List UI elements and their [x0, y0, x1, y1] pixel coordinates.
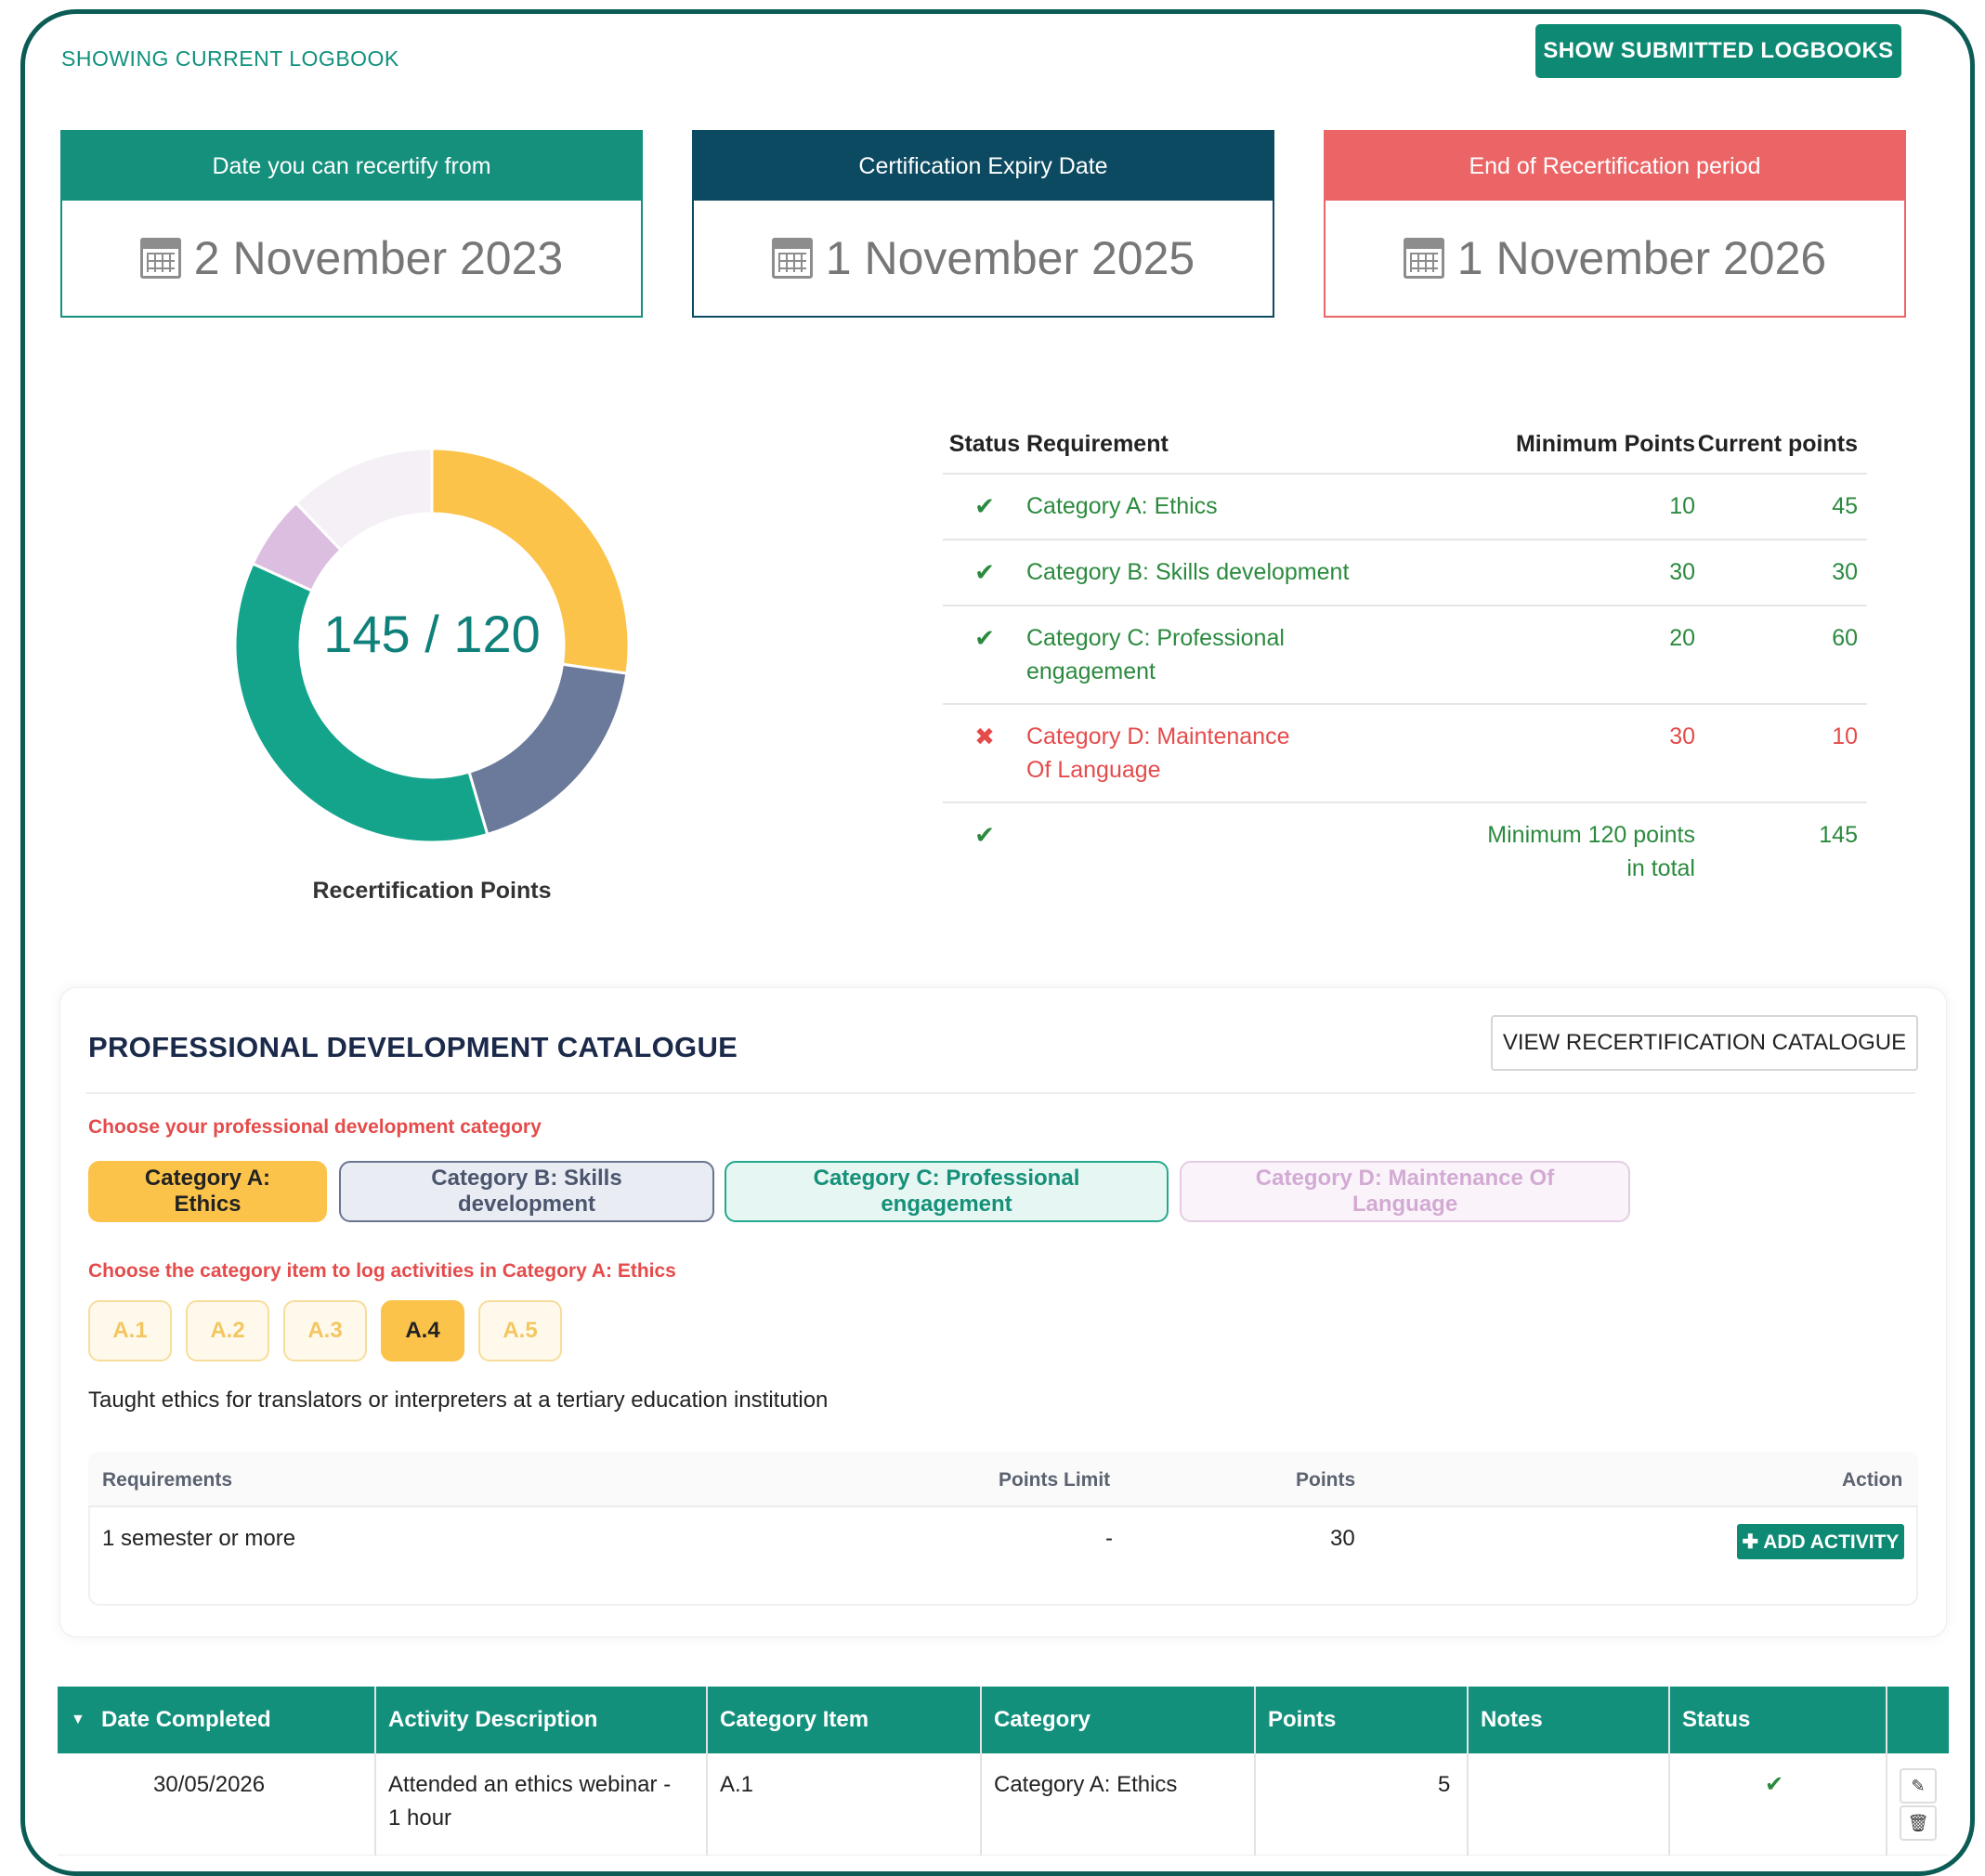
- total-min-line2: in total: [1626, 855, 1695, 881]
- points-limit-cell: -: [1105, 1526, 1113, 1551]
- points-cell: 5: [1438, 1772, 1451, 1797]
- points-header[interactable]: Points: [1268, 1707, 1336, 1733]
- end-of-period-card: End of Recertification period 1 November…: [1324, 130, 1906, 318]
- requirement-row: ✔ Category A: Ethics 10 45: [943, 473, 1867, 540]
- requirements-column-header: Requirements: [102, 1469, 233, 1491]
- requirement-name: Category A: Ethics: [1026, 473, 1426, 540]
- donut-segment: [467, 662, 629, 837]
- total-min-line1: Minimum 120 points: [1487, 822, 1695, 848]
- choose-item-label: Choose the category item to log activiti…: [88, 1260, 676, 1282]
- add-activity-button[interactable]: ✚ ADD ACTIVITY: [1737, 1524, 1904, 1559]
- requirement-cell: 1 semester or more: [102, 1526, 296, 1551]
- total-row: ✔ Minimum 120 points in total 145: [943, 801, 1867, 900]
- item-a1-button[interactable]: A.1: [88, 1300, 172, 1361]
- category-header[interactable]: Category: [994, 1707, 1090, 1733]
- category-d-button[interactable]: Category D: Maintenance Of Language: [1180, 1161, 1630, 1222]
- category-b-button[interactable]: Category B: Skills development: [339, 1161, 714, 1222]
- date-completed-header[interactable]: Date Completed: [101, 1707, 271, 1733]
- trash-icon[interactable]: 🗑: [1900, 1805, 1937, 1841]
- catalogue-title: PROFESSIONAL DEVELOPMENT CATALOGUE: [88, 1031, 738, 1063]
- check-icon: ✔: [974, 624, 995, 652]
- category-cell: Category A: Ethics: [994, 1772, 1178, 1797]
- item-description: Taught ethics for translators or interpr…: [88, 1387, 829, 1413]
- min-points: 30: [1426, 539, 1695, 606]
- requirement-name: Category C: Professional engagement: [1026, 605, 1426, 704]
- category-item-cell: A.1: [720, 1772, 754, 1797]
- item-a2-button[interactable]: A.2: [186, 1300, 269, 1361]
- cross-icon: ✖: [974, 723, 995, 750]
- plus-icon: ✚: [1742, 1531, 1759, 1553]
- min-points: 10: [1426, 473, 1695, 540]
- expiry-date-card: Certification Expiry Date 1 November 202…: [692, 130, 1274, 318]
- action-column-header: Action: [1842, 1469, 1903, 1491]
- activity-description-cell: Attended an ethics webinar - 1 hour: [388, 1768, 671, 1835]
- category-a-button[interactable]: Category A: Ethics: [88, 1161, 327, 1222]
- status-header[interactable]: Status: [1682, 1707, 1750, 1733]
- status-header: Status: [948, 431, 1021, 457]
- edit-icon[interactable]: ✎: [1900, 1768, 1937, 1804]
- total-current-points: 145: [1695, 801, 1867, 900]
- min-points-header: Minimum Points: [1515, 431, 1695, 457]
- check-icon: ✔: [974, 558, 995, 586]
- item-a5-button[interactable]: A.5: [478, 1300, 562, 1361]
- card-date: 1 November 2026: [1456, 232, 1827, 284]
- card-title: Date you can recertify from: [62, 132, 641, 201]
- current-points: 10: [1695, 703, 1867, 802]
- calendar-icon: [139, 238, 181, 279]
- card-title: Certification Expiry Date: [694, 132, 1273, 201]
- current-points-header: Current points: [1697, 431, 1858, 457]
- current-points: 45: [1695, 473, 1867, 540]
- calendar-icon: [1403, 238, 1444, 279]
- show-submitted-logbooks-button[interactable]: SHOW SUBMITTED LOGBOOKS: [1535, 24, 1901, 78]
- add-activity-label: ADD ACTIVITY: [1763, 1531, 1900, 1553]
- requirements-table: Status Requirement Minimum Points Curren…: [943, 418, 1867, 900]
- requirement-row: ✖ Category D: Maintenance Of Language 30…: [943, 703, 1867, 802]
- description-line-2: 1 hour: [388, 1805, 452, 1830]
- choose-category-label: Choose your professional development cat…: [88, 1116, 542, 1138]
- card-date: 2 November 2023: [193, 232, 564, 284]
- view-recertification-catalogue-button[interactable]: VIEW RECERTIFICATION CATALOGUE: [1491, 1015, 1918, 1071]
- min-points: 30: [1426, 703, 1695, 802]
- activity-description-header[interactable]: Activity Description: [388, 1707, 597, 1733]
- card-title: End of Recertification period: [1326, 132, 1904, 201]
- points-limit-column-header: Points Limit: [999, 1469, 1111, 1491]
- divider: [85, 1092, 1915, 1094]
- description-line-1: Attended an ethics webinar -: [388, 1772, 672, 1797]
- requirement-row: ✔ Category B: Skills development 30 30: [943, 539, 1867, 606]
- calendar-icon: [771, 238, 813, 279]
- min-points: 20: [1426, 605, 1695, 704]
- caret-down-icon[interactable]: ▼: [71, 1712, 85, 1728]
- requirement-row: ✔ Category C: Professional engagement 20…: [943, 605, 1867, 704]
- check-icon: ✔: [974, 492, 995, 520]
- requirement-name: Category D: Maintenance Of Language: [1026, 703, 1426, 802]
- check-icon: ✔: [1765, 1772, 1784, 1797]
- notes-header[interactable]: Notes: [1481, 1707, 1543, 1733]
- requirement-name: Category B: Skills development: [1026, 539, 1426, 606]
- current-points: 60: [1695, 605, 1867, 704]
- category-c-button[interactable]: Category C: Professional engagement: [725, 1161, 1169, 1222]
- requirement-header: Requirement: [1026, 431, 1169, 457]
- donut-title: Recertification Points: [312, 878, 552, 904]
- category-item-header[interactable]: Category Item: [720, 1707, 868, 1733]
- logbook-status-label: SHOWING CURRENT LOGBOOK: [61, 46, 399, 71]
- item-a3-button[interactable]: A.3: [283, 1300, 367, 1361]
- check-icon: ✔: [974, 821, 995, 849]
- points-cell: 30: [1330, 1526, 1355, 1551]
- recertify-from-card: Date you can recertify from 2 November 2…: [60, 130, 643, 318]
- card-date: 1 November 2025: [825, 232, 1195, 284]
- current-points: 30: [1695, 539, 1867, 606]
- donut-center-total: 145 / 120: [323, 605, 541, 663]
- date-completed-cell: 30/05/2026: [153, 1772, 266, 1797]
- item-a4-button[interactable]: A.4: [381, 1300, 464, 1361]
- points-column-header: Points: [1296, 1469, 1356, 1491]
